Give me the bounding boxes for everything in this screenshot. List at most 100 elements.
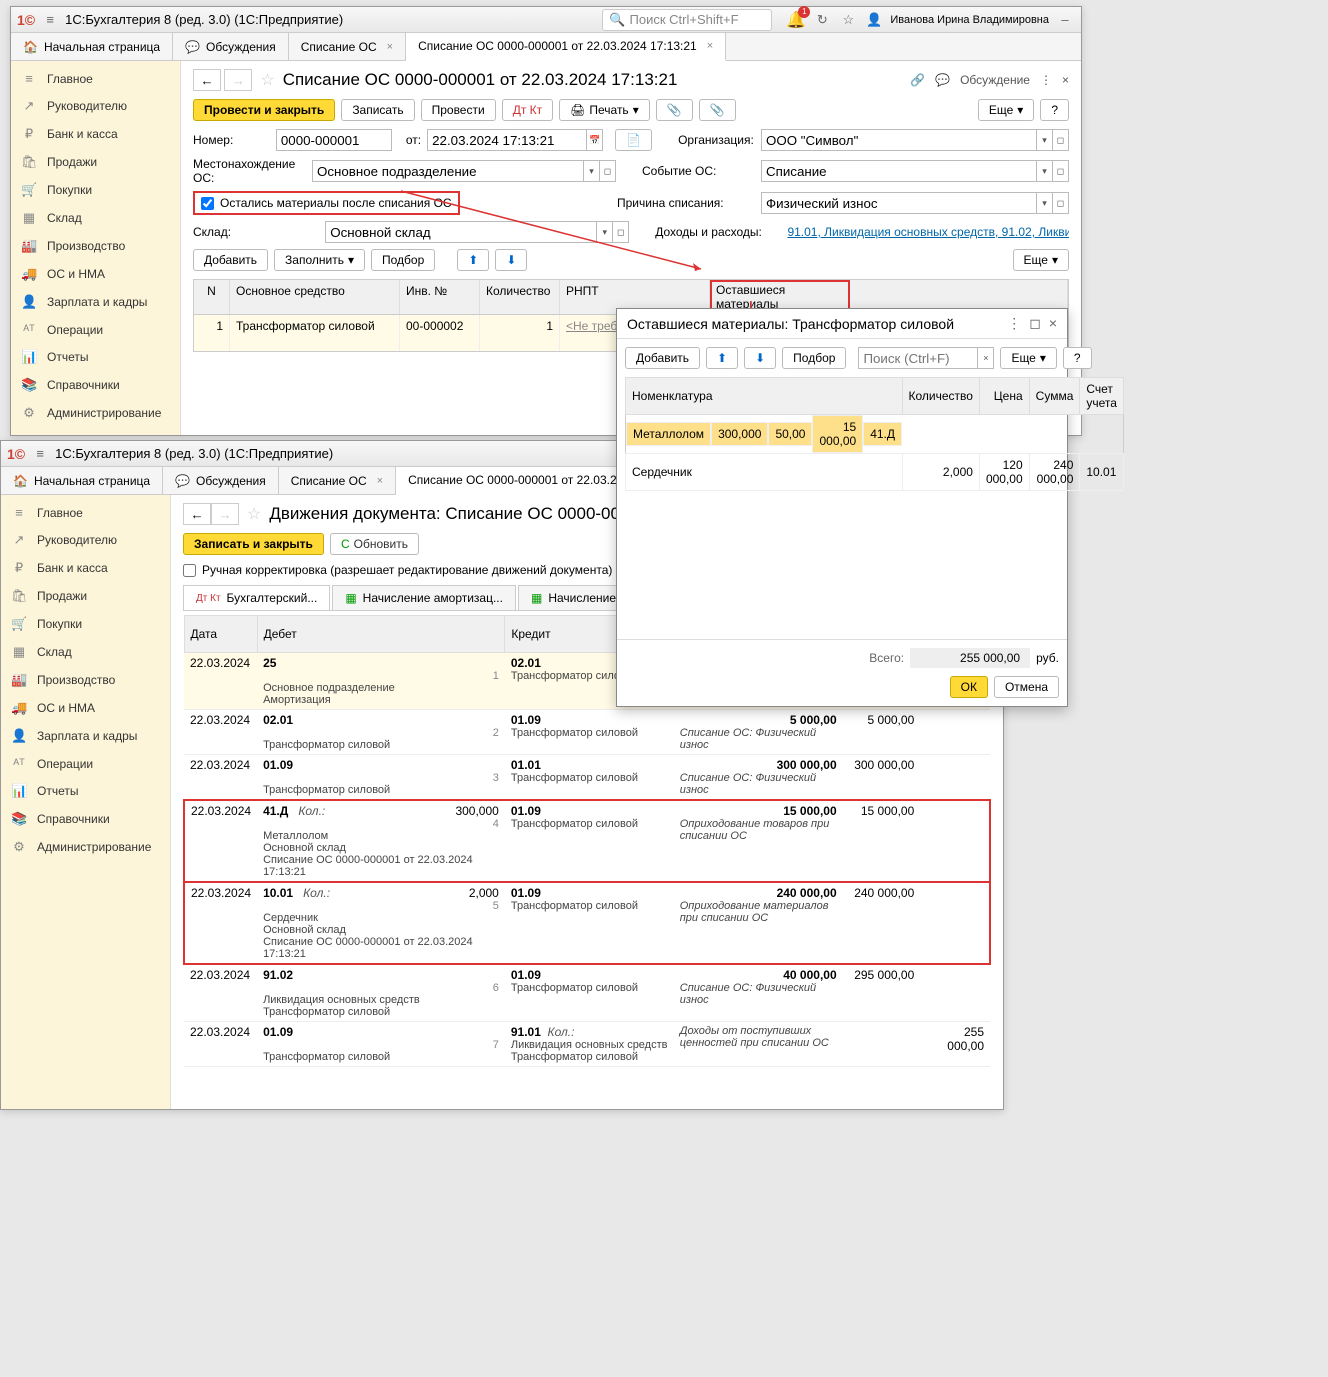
link-icon[interactable]: 🔗 xyxy=(910,73,925,87)
sidebar-item[interactable]: 🛍Продажи xyxy=(11,148,180,176)
doc-status-button[interactable]: 📄 xyxy=(615,129,652,151)
fill-button[interactable]: Заполнить ▾ xyxy=(274,249,365,271)
post-close-button[interactable]: Провести и закрыть xyxy=(193,99,335,121)
sidebar-item[interactable]: ▦Склад xyxy=(11,204,180,232)
open-icon[interactable]: ◻ xyxy=(613,221,629,243)
tab-discuss[interactable]: 💬Обсуждения xyxy=(173,33,289,60)
discuss-icon[interactable]: 💬 xyxy=(935,73,950,87)
menu-icon[interactable]: ≡ xyxy=(41,12,59,27)
sidebar-item[interactable]: 🏭Производство xyxy=(11,232,180,260)
col-n[interactable]: N xyxy=(194,280,230,314)
manual-checkbox[interactable] xyxy=(183,564,196,577)
dropdown-icon[interactable]: ▾ xyxy=(1037,192,1053,214)
mtab-buh[interactable]: Дт КтБухгалтерский... xyxy=(183,585,330,610)
sidebar-item[interactable]: 🚚ОС и НМА xyxy=(11,260,180,288)
sidebar-item[interactable]: 🏭Производство xyxy=(1,666,170,694)
sidebar-item[interactable]: ≡Главное xyxy=(11,65,180,92)
mov-row[interactable]: 22.03.202410.01 Кол.: 2,0005СердечникОсн… xyxy=(184,882,990,964)
more-icon[interactable]: ⋮ xyxy=(1007,315,1021,332)
sidebar-item[interactable]: ₽Банк и касса xyxy=(1,554,170,582)
favorite-star[interactable]: ☆ xyxy=(260,70,274,90)
add-row-button[interactable]: Добавить xyxy=(193,249,268,271)
col-inv[interactable]: Инв. № xyxy=(400,280,480,314)
clip-button[interactable]: 📎 xyxy=(699,99,736,121)
location-field[interactable] xyxy=(312,160,584,182)
back-button[interactable]: ← xyxy=(183,503,211,525)
mov-row[interactable]: 22.03.202401.093Трансформатор силовой01.… xyxy=(184,755,990,801)
open-icon[interactable]: ◻ xyxy=(600,160,616,182)
more-grid-button[interactable]: Еще ▾ xyxy=(1013,249,1069,271)
tab-spisanie-doc[interactable]: Списание ОС 0000-000001 от 22.03.2024 17… xyxy=(406,33,726,61)
open-icon[interactable]: ◻ xyxy=(1053,129,1069,151)
clear-icon[interactable]: × xyxy=(978,347,994,369)
dropdown-icon[interactable]: ▾ xyxy=(1037,129,1053,151)
ok-button[interactable]: ОК xyxy=(950,676,988,698)
sidebar-item[interactable]: 🛒Покупки xyxy=(11,176,180,204)
warehouse-field[interactable] xyxy=(325,221,597,243)
sidebar-item[interactable]: 👤Зарплата и кадры xyxy=(11,288,180,316)
mov-row[interactable]: 22.03.202441.Д Кол.: 300,0004МеталлоломО… xyxy=(184,800,990,882)
open-icon[interactable]: ◻ xyxy=(1053,160,1069,182)
more-button[interactable]: Еще ▾ xyxy=(978,99,1034,121)
menu-icon[interactable]: ≡ xyxy=(31,446,49,461)
close-icon[interactable]: × xyxy=(1062,73,1069,87)
popup-down-button[interactable]: ⬇ xyxy=(744,347,776,369)
mov-row[interactable]: 22.03.202402.012Трансформатор силовой01.… xyxy=(184,710,990,755)
minimize-icon[interactable]: – xyxy=(1055,10,1075,30)
tab-discuss[interactable]: 💬Обсуждения xyxy=(163,467,279,494)
star-icon[interactable]: ☆ xyxy=(838,10,858,30)
sidebar-item[interactable]: ᴬᵀОперации xyxy=(1,750,170,777)
inc-exp-link[interactable]: 91.01, Ликвидация основных средств, 91.0… xyxy=(787,225,1069,239)
popup-up-button[interactable]: ⬆ xyxy=(706,347,738,369)
mtab-amort1[interactable]: ▦Начисление амортизац... xyxy=(332,585,516,610)
maximize-icon[interactable]: ◻ xyxy=(1029,315,1041,332)
open-icon[interactable]: ◻ xyxy=(1053,192,1069,214)
event-field[interactable] xyxy=(761,160,1037,182)
tab-home[interactable]: 🏠Начальная страница xyxy=(1,467,163,494)
more-icon[interactable]: ⋮ xyxy=(1040,73,1052,87)
save-button[interactable]: Записать xyxy=(341,99,414,121)
favorite-star[interactable]: ☆ xyxy=(247,504,261,524)
sidebar-item[interactable]: ⚙Администрирование xyxy=(1,833,170,861)
refresh-button[interactable]: С Обновить xyxy=(330,533,419,555)
sidebar-item[interactable]: ≡Главное xyxy=(1,499,170,526)
tab-spisanie-list[interactable]: Списание ОС× xyxy=(279,467,396,494)
close-icon[interactable]: × xyxy=(707,40,713,52)
back-button[interactable]: ← xyxy=(193,69,221,91)
sidebar-item[interactable]: 📊Отчеты xyxy=(1,777,170,805)
dtct-button[interactable]: Дт Кт xyxy=(502,99,553,121)
sidebar-item[interactable]: ⚙Администрирование xyxy=(11,399,180,427)
sidebar-item[interactable]: 🛒Покупки xyxy=(1,610,170,638)
print-button[interactable]: 🖨 Печать ▾ xyxy=(559,99,650,121)
reason-field[interactable] xyxy=(761,192,1037,214)
org-field[interactable] xyxy=(761,129,1037,151)
close-icon[interactable]: × xyxy=(377,475,383,487)
sidebar-item[interactable]: ₽Банк и касса xyxy=(11,120,180,148)
dropdown-icon[interactable]: ▾ xyxy=(1037,160,1053,182)
tab-spisanie-list[interactable]: Списание ОС× xyxy=(289,33,406,60)
sidebar-item[interactable]: 📊Отчеты xyxy=(11,343,180,371)
attach-button[interactable]: 📎 xyxy=(656,99,693,121)
col-qty[interactable]: Количество xyxy=(480,280,560,314)
popup-search[interactable] xyxy=(858,347,978,369)
tab-home[interactable]: 🏠Начальная страница xyxy=(11,33,173,60)
user-name[interactable]: Иванова Ирина Владимировна xyxy=(890,14,1049,26)
sidebar-item[interactable]: ▦Склад xyxy=(1,638,170,666)
cancel-button[interactable]: Отмена xyxy=(994,676,1059,698)
calendar-icon[interactable]: 📅 xyxy=(587,129,603,151)
sidebar-item[interactable]: 📚Справочники xyxy=(1,805,170,833)
popup-add-button[interactable]: Добавить xyxy=(625,347,700,369)
mov-row[interactable]: 22.03.202491.026Ликвидация основных сред… xyxy=(184,964,990,1022)
post-button[interactable]: Провести xyxy=(421,99,496,121)
sidebar-item[interactable]: 📚Справочники xyxy=(11,371,180,399)
sidebar-item[interactable]: 🚚ОС и НМА xyxy=(1,694,170,722)
dropdown-icon[interactable]: ▾ xyxy=(584,160,600,182)
sidebar-item[interactable]: ↗Руководителю xyxy=(1,526,170,554)
help-button[interactable]: ? xyxy=(1040,99,1069,121)
popup-help-button[interactable]: ? xyxy=(1063,347,1092,369)
forward-button[interactable]: → xyxy=(211,503,239,525)
save-close-button[interactable]: Записать и закрыть xyxy=(183,533,324,555)
select-button[interactable]: Подбор xyxy=(371,249,435,271)
popup-select-button[interactable]: Подбор xyxy=(782,347,846,369)
sidebar-item[interactable]: ↗Руководителю xyxy=(11,92,180,120)
